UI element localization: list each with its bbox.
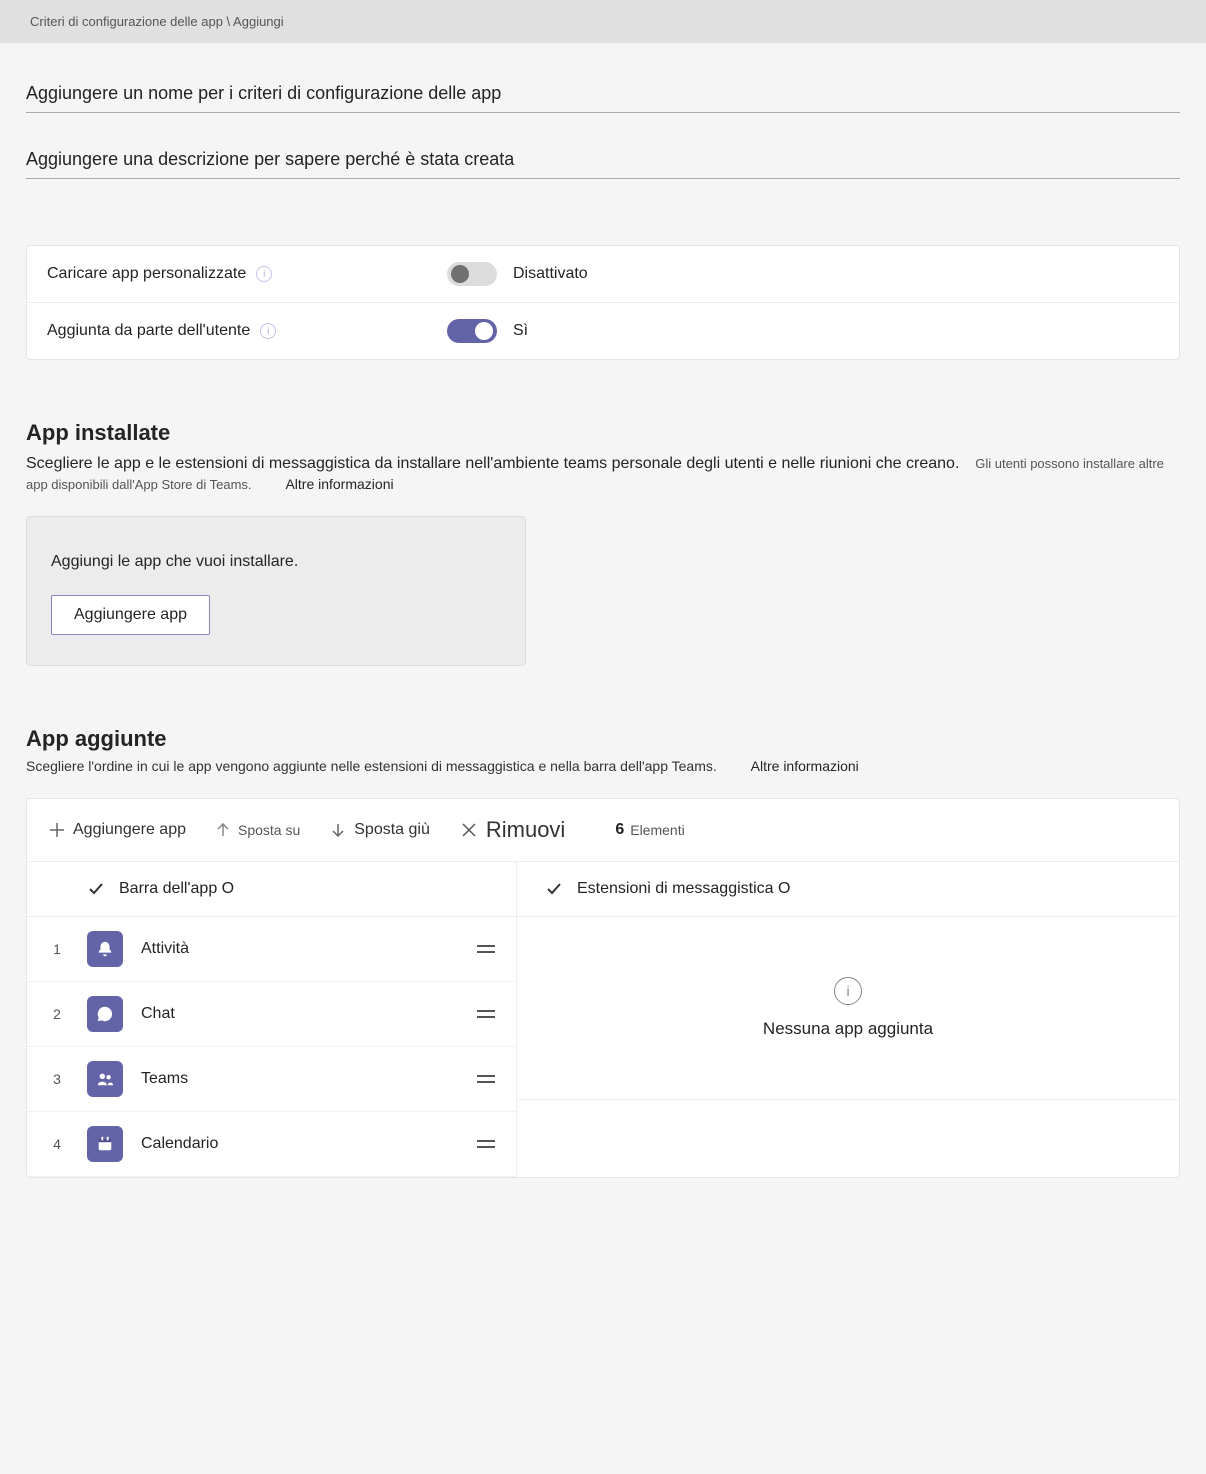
app-name: Chat [141,1005,474,1023]
user-pinning-label: Aggiunta da parte dell'utente i [47,322,447,340]
app-icon-people [87,1061,123,1097]
policy-desc-input[interactable] [26,139,1180,179]
user-pinning-value: Sì [513,322,528,340]
plus-icon [49,822,65,838]
app-name: Calendario [141,1135,474,1153]
button-label: Sposta giù [354,821,430,839]
add-pinned-app-button[interactable]: Aggiungere app [49,821,186,839]
extensions-empty-state: i Nessuna app aggiunta [517,917,1179,1100]
installed-apps-title: App installate [26,420,1180,446]
button-label: Aggiungere app [73,821,186,839]
order-number: 4 [27,1136,87,1152]
main-content: Caricare app personalizzate i Disattivat… [0,43,1206,1208]
pinned-apps-desc-line: Scegliere l'ordine in cui le app vengono… [26,758,1180,774]
order-number: 2 [27,1006,87,1022]
extensions-panel: Estensioni di messaggistica O i Nessuna … [517,862,1179,1177]
drag-handle-icon[interactable] [474,1075,498,1083]
user-pinning-row: Aggiunta da parte dell'utente i Sì [27,303,1179,359]
items-counter: 6 Elementi [615,821,684,839]
app-name: Teams [141,1070,474,1088]
label-text: Caricare app personalizzate [47,265,246,283]
breadcrumb: Criteri di configurazione delle app \ Ag… [0,0,1206,43]
appbar-column-header[interactable]: Barra dell'app O [27,862,516,917]
toggles-card: Caricare app personalizzate i Disattivat… [26,245,1180,360]
pinned-apps-desc: Scegliere l'ordine in cui le app vengono… [26,758,717,774]
pinned-app-row[interactable]: 3 Teams [27,1047,516,1112]
appbar-panel: Barra dell'app O 1 Attività 2 Chat 3 Teams 4 Ca… [27,862,517,1177]
app-name: Attività [141,940,474,958]
button-label: Rimuovi [486,817,565,843]
add-installed-apps-button[interactable]: Aggiungere app [51,595,210,635]
empty-text: Nessuna app aggiunta [557,1019,1139,1039]
info-icon[interactable]: i [260,323,276,339]
pinned-toolbar: Aggiungere app Sposta su Sposta giù Rimu… [27,799,1179,862]
order-number: 1 [27,941,87,957]
pinned-apps-card: Aggiungere app Sposta su Sposta giù Rimu… [26,798,1180,1178]
button-label: Sposta su [238,822,300,838]
installed-apps-desc: Scegliere le app e le estensioni di mess… [26,455,959,472]
pinned-app-row[interactable]: 4 Calendario [27,1112,516,1177]
pinned-app-row[interactable]: 2 Chat [27,982,516,1047]
pinned-more-info-link[interactable]: Altre informazioni [751,758,859,774]
pinned-panels: Barra dell'app O 1 Attività 2 Chat 3 Teams 4 Ca… [27,862,1179,1177]
app-icon-calendar [87,1126,123,1162]
count-label: Elementi [630,822,684,838]
check-icon [545,880,563,898]
policy-name-input[interactable] [26,73,1180,113]
arrow-up-icon [216,823,230,837]
arrow-down-icon [330,822,346,838]
label-text: Aggiunta da parte dell'utente [47,322,250,340]
user-pinning-toggle[interactable] [447,319,497,343]
info-icon[interactable]: i [256,266,272,282]
move-up-button[interactable]: Sposta su [216,822,300,838]
upload-custom-apps-row: Caricare app personalizzate i Disattivat… [27,246,1179,303]
count-number: 6 [615,821,624,839]
drag-handle-icon[interactable] [474,1140,498,1148]
drag-handle-icon[interactable] [474,945,498,953]
pinned-apps-title: App aggiunte [26,726,1180,752]
column-title: Barra dell'app O [119,880,234,898]
installed-apps-desc-line: Scegliere le app e le estensioni di mess… [26,452,1180,492]
pinned-apps-list: 1 Attività 2 Chat 3 Teams 4 Calendario [27,917,516,1177]
drag-handle-icon[interactable] [474,1010,498,1018]
upload-custom-apps-label: Caricare app personalizzate i [47,265,447,283]
pinned-app-row[interactable]: 1 Attività [27,917,516,982]
upload-custom-apps-toggle[interactable] [447,262,497,286]
installed-box-message: Aggiungi le app che vuoi installare. [51,553,501,571]
remove-button[interactable]: Rimuovi [460,817,565,843]
move-down-button[interactable]: Sposta giù [330,821,430,839]
order-number: 3 [27,1071,87,1087]
app-icon-chat [87,996,123,1032]
upload-custom-apps-value: Disattivato [513,265,588,283]
installed-more-info-link[interactable]: Altre informazioni [285,476,393,492]
column-title: Estensioni di messaggistica O [577,880,790,898]
extensions-column-header[interactable]: Estensioni di messaggistica O [517,862,1179,917]
check-icon [87,880,105,898]
app-icon-bell [87,931,123,967]
info-icon: i [834,977,862,1005]
installed-apps-box: Aggiungi le app che vuoi installare. Agg… [26,516,526,666]
close-icon [460,821,478,839]
